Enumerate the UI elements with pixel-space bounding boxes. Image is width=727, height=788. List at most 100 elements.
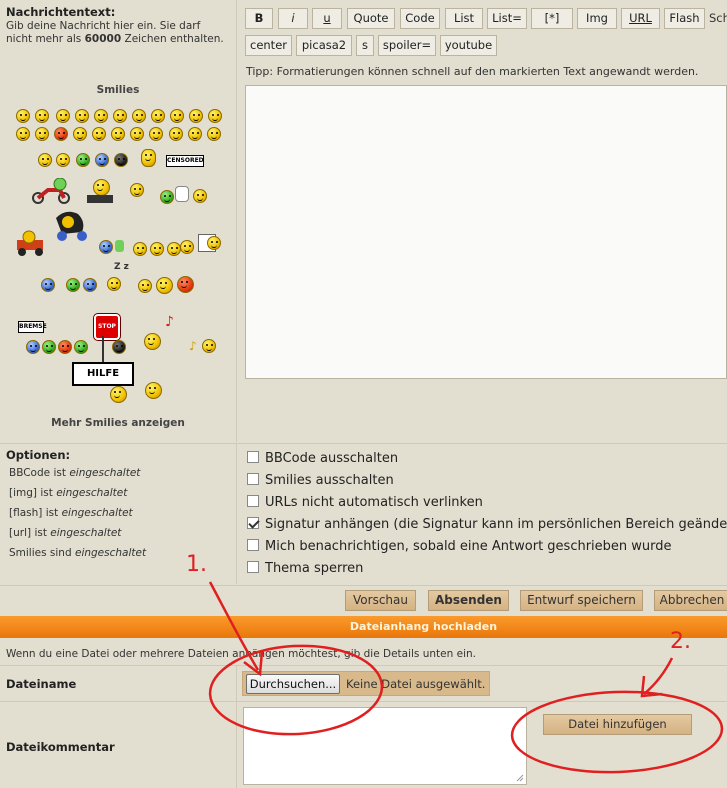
motorbike-smiley-icon[interactable]	[30, 177, 72, 204]
bold-button[interactable]: B	[245, 8, 273, 29]
img-button[interactable]: Img	[577, 8, 617, 29]
attach-signature-option[interactable]: Signatur anhängen (die Signatur kann im …	[247, 517, 727, 535]
flash-button[interactable]: Flash	[664, 8, 705, 29]
blue-smiley-icon[interactable]	[95, 153, 109, 167]
smiley-icon[interactable]	[144, 333, 161, 350]
submit-button[interactable]: Absenden	[428, 590, 509, 611]
strike-button[interactable]: s	[356, 35, 374, 56]
smiley-icon[interactable]	[208, 109, 222, 123]
url-button[interactable]: URL	[621, 8, 660, 29]
lock-topic-option[interactable]: Thema sperren	[247, 561, 363, 579]
smiley-icon[interactable]	[35, 109, 49, 123]
notify-checkbox[interactable]	[247, 539, 259, 551]
green-smiley-icon[interactable]	[66, 278, 80, 292]
youtube-button[interactable]: youtube	[440, 35, 497, 56]
smiley-icon[interactable]	[193, 189, 207, 203]
smiley-icon[interactable]	[180, 240, 194, 254]
sleeping-smiley-icon[interactable]	[107, 277, 121, 291]
underline-button[interactable]: u	[312, 8, 342, 29]
smiley-icon[interactable]	[141, 149, 156, 167]
smiley-icon[interactable]	[145, 382, 162, 399]
smiley-icon[interactable]	[113, 109, 127, 123]
disable-smilies-checkbox[interactable]	[247, 473, 259, 485]
smiley-icon[interactable]	[94, 109, 108, 123]
bremse-smiley-icon[interactable]: BREMSE	[18, 321, 47, 333]
blue-smiley-icon[interactable]	[99, 240, 113, 254]
smiley-icon[interactable]	[93, 179, 110, 196]
question-smiley-icon[interactable]	[188, 127, 202, 141]
stop-smiley-icon[interactable]: STOP	[94, 314, 120, 340]
picasa2-button[interactable]: picasa2	[296, 35, 352, 56]
lock-topic-checkbox[interactable]	[247, 561, 259, 573]
preview-button[interactable]: Vorschau	[345, 590, 416, 611]
green-smiley-icon[interactable]	[74, 340, 88, 354]
alien-smiley-icon[interactable]	[76, 153, 90, 167]
spoiler-button[interactable]: spoiler=	[378, 35, 436, 56]
smiley-icon[interactable]	[130, 127, 144, 141]
disable-bbcode-checkbox[interactable]	[247, 451, 259, 463]
cancel-button[interactable]: Abbrechen	[654, 590, 727, 611]
add-file-button[interactable]: Datei hinzufügen	[543, 714, 692, 735]
smiley-icon[interactable]	[170, 109, 184, 123]
browse-button[interactable]: Durchsuchen...	[246, 674, 340, 694]
list-numbered-button[interactable]: List=	[487, 8, 527, 29]
blue-smiley-icon[interactable]	[26, 340, 40, 354]
smiley-icon[interactable]	[56, 153, 70, 167]
disable-bbcode-option[interactable]: BBCode ausschalten	[247, 451, 398, 469]
smiley-icon[interactable]	[16, 127, 30, 141]
message-textarea[interactable]	[245, 85, 727, 379]
red-smiley-icon[interactable]	[58, 340, 72, 354]
disable-autolink-option[interactable]: URLs nicht automatisch verlinken	[247, 495, 483, 513]
quote-button[interactable]: Quote	[347, 8, 395, 29]
toolbar-overflow-label[interactable]: Sch	[709, 11, 727, 25]
more-smilies-link[interactable]: Mehr Smilies anzeigen	[0, 417, 236, 429]
resize-handle-icon[interactable]	[516, 774, 524, 782]
smiley-icon[interactable]	[111, 127, 125, 141]
hilfe-smiley-icon[interactable]: HILFE	[72, 362, 134, 386]
blue-smiley-icon[interactable]	[41, 278, 55, 292]
idea-smiley-icon[interactable]	[207, 127, 221, 141]
rider-smiley-icon[interactable]	[52, 208, 92, 242]
code-button[interactable]: Code	[400, 8, 440, 29]
smiley-icon[interactable]	[207, 236, 221, 250]
kart-smiley-icon[interactable]	[15, 230, 47, 256]
save-draft-button[interactable]: Entwurf speichern	[520, 590, 643, 611]
smiley-icon[interactable]	[73, 127, 87, 141]
smiley-icon[interactable]	[149, 127, 163, 141]
list-item-button[interactable]: [*]	[531, 8, 573, 29]
smiley-icon[interactable]	[202, 339, 216, 353]
thumbs-smiley-icon[interactable]	[83, 278, 97, 292]
list-button[interactable]: List	[445, 8, 483, 29]
smiley-icon[interactable]	[92, 127, 106, 141]
angry-smiley-icon[interactable]	[54, 127, 68, 141]
devil-smiley-icon[interactable]	[177, 276, 194, 293]
disable-smilies-option[interactable]: Smilies ausschalten	[247, 473, 394, 491]
smiley-icon[interactable]	[132, 109, 146, 123]
green-smiley-icon[interactable]	[160, 190, 174, 204]
italic-button[interactable]: i	[278, 8, 308, 29]
censored-smiley-icon[interactable]: CENSORED	[166, 155, 204, 167]
arrow-smiley-icon[interactable]	[38, 153, 52, 167]
smiley-icon[interactable]	[56, 109, 70, 123]
disable-autolink-checkbox[interactable]	[247, 495, 259, 507]
green-smiley-icon[interactable]	[42, 340, 56, 354]
smiley-icon[interactable]	[156, 277, 173, 294]
center-button[interactable]: center	[245, 35, 292, 56]
exclamation-smiley-icon[interactable]	[169, 127, 183, 141]
smiley-icon[interactable]	[110, 386, 127, 403]
smiley-icon[interactable]	[75, 109, 89, 123]
attach-signature-checkbox[interactable]	[247, 517, 259, 529]
smiley-icon[interactable]	[35, 127, 49, 141]
smiley-icon[interactable]	[167, 242, 181, 256]
smiley-icon[interactable]	[151, 109, 165, 123]
file-comment-textarea[interactable]	[243, 707, 527, 785]
dark-smiley-icon[interactable]	[114, 153, 128, 167]
eightball-smiley-icon[interactable]	[112, 340, 126, 354]
smiley-icon[interactable]	[16, 109, 30, 123]
smiley-icon[interactable]	[150, 242, 164, 256]
notify-option[interactable]: Mich benachrichtigen, sobald eine Antwor…	[247, 539, 672, 557]
smiley-icon[interactable]	[189, 109, 203, 123]
angel-smiley-icon[interactable]	[130, 183, 144, 197]
sunglasses-smiley-icon[interactable]	[133, 242, 147, 256]
smiley-icon[interactable]	[138, 279, 152, 293]
